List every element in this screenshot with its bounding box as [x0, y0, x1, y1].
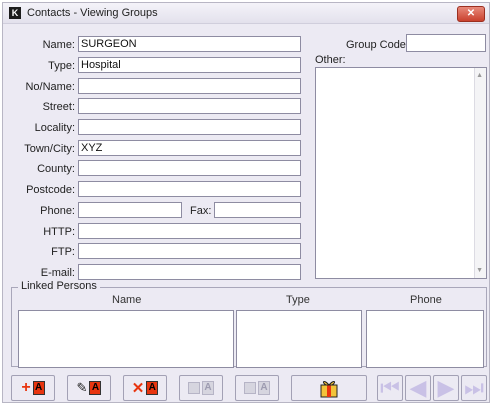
scroll-down-icon[interactable]: ▼ [476, 267, 483, 274]
cancel-edit-icon [244, 382, 256, 394]
towncity-field[interactable]: XYZ [78, 140, 301, 156]
ftp-label: FTP: [51, 246, 75, 258]
edit-button[interactable]: ✎ A [67, 375, 111, 401]
gift-button[interactable] [291, 375, 367, 401]
type-field[interactable]: Hospital [78, 57, 301, 73]
badge-a-icon: A [202, 381, 214, 395]
fax-field[interactable] [214, 202, 301, 218]
next-button[interactable]: ▶ [433, 375, 459, 401]
street-field[interactable] [78, 98, 301, 114]
other-label: Other: [315, 54, 346, 66]
previous-button[interactable]: ◀ [405, 375, 431, 401]
linked-type-header: Type [286, 294, 310, 306]
email-label: E-mail: [40, 267, 75, 279]
badge-a-icon: A [258, 381, 270, 395]
close-button[interactable]: ✕ [457, 6, 485, 22]
last-button[interactable]: ⏭ [461, 375, 487, 401]
group-code-label: Group Code: [346, 39, 409, 51]
email-field[interactable] [78, 264, 301, 280]
first-record-icon: ⏮ [380, 375, 400, 400]
edit-record-icon: ✎ [76, 380, 88, 395]
phone-label: Phone: [40, 205, 75, 217]
linked-persons-group: Linked Persons Name Type Phone [11, 280, 487, 368]
save-record-icon [188, 382, 200, 394]
linked-name-list[interactable] [18, 310, 234, 368]
other-textarea[interactable]: ▲ ▼ [315, 67, 487, 279]
cancel-button[interactable]: A [235, 375, 279, 401]
gift-icon [320, 381, 338, 398]
http-field[interactable] [78, 223, 301, 239]
http-label: HTTP: [43, 226, 75, 238]
delete-button[interactable]: ✕ A [123, 375, 167, 401]
title-bar: K Contacts - Viewing Groups ✕ [3, 3, 489, 24]
first-button[interactable]: ⏮ [377, 375, 403, 401]
delete-record-icon: ✕ [131, 380, 145, 397]
previous-record-icon: ◀ [409, 375, 427, 400]
add-button[interactable]: + A [11, 375, 55, 401]
postcode-label: Postcode: [26, 184, 75, 196]
other-text [316, 68, 486, 72]
group-code-field[interactable] [406, 34, 486, 52]
name-field[interactable]: SURGEON [78, 36, 301, 52]
linked-persons-title: Linked Persons [18, 280, 100, 292]
noname-field[interactable] [78, 78, 301, 94]
county-label: County: [37, 163, 75, 175]
contacts-window: K Contacts - Viewing Groups ✕ Name: SURG… [2, 2, 490, 403]
bottom-toolbar: + A ✎ A ✕ A A A ⏮ ◀ ▶ ⏭ [11, 375, 487, 403]
linked-name-header: Name [112, 294, 142, 306]
add-record-icon: + [21, 379, 31, 396]
linked-phone-list[interactable] [366, 310, 484, 368]
street-label: Street: [42, 101, 75, 113]
linked-type-list[interactable] [236, 310, 362, 368]
window-title: Contacts - Viewing Groups [27, 7, 158, 19]
scroll-up-icon[interactable]: ▲ [476, 72, 483, 79]
badge-a-icon: A [146, 381, 159, 395]
locality-field[interactable] [78, 119, 301, 135]
linked-phone-header: Phone [410, 294, 442, 306]
fax-label: Fax: [190, 205, 212, 217]
towncity-label: Town/City: [24, 143, 75, 155]
locality-label: Locality: [34, 122, 75, 134]
last-record-icon: ⏭ [464, 375, 484, 400]
other-scrollbar[interactable]: ▲ ▼ [474, 68, 486, 278]
badge-a-icon: A [89, 381, 102, 395]
phone-field[interactable] [78, 202, 182, 218]
app-icon: K [9, 7, 21, 19]
postcode-field[interactable] [78, 181, 301, 197]
name-label: Name: [42, 39, 75, 51]
save-button[interactable]: A [179, 375, 223, 401]
next-record-icon: ▶ [437, 375, 455, 400]
county-field[interactable] [78, 160, 301, 176]
type-label: Type: [48, 60, 75, 72]
badge-a-icon: A [32, 381, 45, 395]
noname-label: No/Name: [25, 81, 75, 93]
ftp-field[interactable] [78, 243, 301, 259]
